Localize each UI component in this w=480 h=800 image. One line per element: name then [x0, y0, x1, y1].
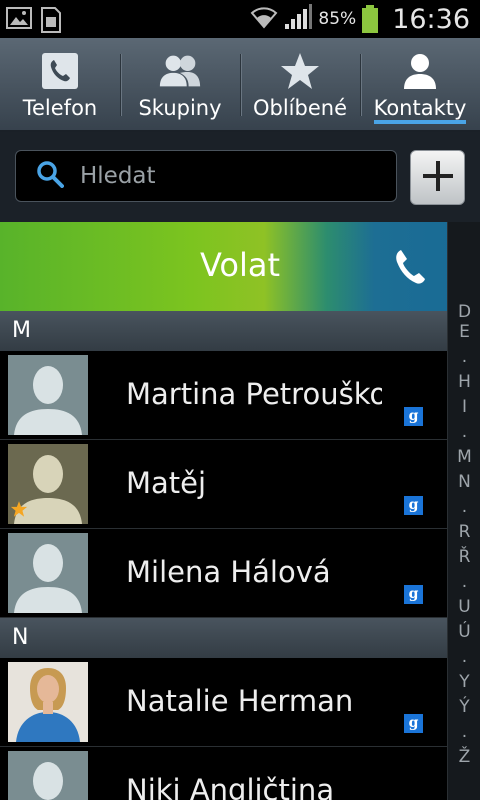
contact-name: Matěj [126, 466, 207, 500]
section-header-n: N [0, 618, 447, 658]
index-dot: . [461, 347, 468, 367]
tab-oblibene[interactable]: Oblíbené [240, 38, 360, 130]
call-bar[interactable]: Volat [0, 222, 480, 311]
phone-icon [37, 50, 83, 92]
avatar [8, 355, 88, 435]
add-contact-button[interactable] [410, 150, 465, 205]
avatar [8, 751, 88, 800]
star-icon [277, 50, 323, 92]
tab-telefon[interactable]: Telefon [0, 38, 120, 130]
index-letter[interactable]: D [448, 302, 480, 322]
contact-row[interactable]: Matěj g [0, 440, 447, 529]
alphabet-index-scroller[interactable]: D E . H I . M N . R Ř . U Ú . Y Ý . Ž [447, 222, 480, 800]
clock: 16:36 [392, 3, 470, 35]
picture-icon [6, 6, 32, 38]
search-box[interactable] [15, 150, 397, 202]
index-letter[interactable]: Ý [448, 697, 480, 717]
favorite-star-icon [10, 500, 28, 522]
sim-card-icon [40, 6, 62, 38]
wifi-icon [250, 5, 278, 33]
search-input[interactable] [80, 163, 370, 189]
contact-row[interactable]: Niki Angličtina [0, 747, 447, 800]
google-account-icon: g [404, 407, 423, 426]
tab-label: Skupiny [138, 96, 222, 120]
contact-row[interactable]: Milena Hálová g [0, 529, 447, 618]
contact-row[interactable]: Martina Petrouško g [0, 351, 447, 440]
tab-label: Telefon [22, 96, 98, 120]
battery-percent: 85% [318, 9, 357, 29]
google-account-icon: g [404, 585, 423, 604]
search-row [0, 132, 480, 222]
tab-kontakty[interactable]: Kontakty [360, 38, 480, 130]
groups-icon [157, 50, 203, 92]
index-dot: . [461, 572, 468, 592]
index-letter[interactable]: N [448, 472, 480, 492]
tab-skupiny[interactable]: Skupiny [120, 38, 240, 130]
index-dot: . [461, 497, 468, 517]
tab-bar: Telefon Skupiny Oblíbené Kontakty [0, 38, 480, 132]
contact-row[interactable]: Natalie Herman g [0, 658, 447, 747]
contact-name: Natalie Herman [126, 684, 354, 718]
index-letter[interactable]: Ž [448, 747, 480, 767]
avatar [8, 533, 88, 613]
index-dot: . [461, 422, 468, 442]
index-letter[interactable]: H [448, 372, 480, 392]
index-letter[interactable]: M [448, 447, 480, 467]
google-account-icon: g [404, 496, 423, 515]
index-letter[interactable]: Ř [448, 547, 480, 567]
plus-icon [421, 159, 455, 197]
signal-icon [284, 4, 313, 34]
contact-name: Milena Hálová [126, 555, 331, 589]
index-letter[interactable]: R [448, 522, 480, 542]
contact-name: Niki Angličtina [126, 773, 335, 800]
contact-list[interactable]: M Martina Petrouško g Matěj g Milena Hál… [0, 311, 447, 800]
contact-name: Martina Petrouško [126, 377, 382, 411]
battery-icon [362, 5, 379, 33]
tab-label: Oblíbené [252, 96, 347, 120]
avatar-photo [8, 662, 88, 742]
search-icon [36, 160, 64, 192]
phone-call-icon [392, 248, 426, 286]
contact-icon [397, 50, 443, 92]
index-letter[interactable]: E [448, 322, 480, 342]
google-account-icon: g [404, 714, 423, 733]
index-dot: . [461, 647, 468, 667]
tab-label: Kontakty [373, 96, 467, 120]
index-letter[interactable]: Y [448, 672, 480, 692]
index-dot: . [461, 722, 468, 742]
status-bar: 85% 16:36 [0, 0, 480, 38]
index-letter[interactable]: I [448, 397, 480, 417]
index-letter[interactable]: Ú [448, 622, 480, 642]
section-header-m: M [0, 311, 447, 351]
index-letter[interactable]: U [448, 597, 480, 617]
